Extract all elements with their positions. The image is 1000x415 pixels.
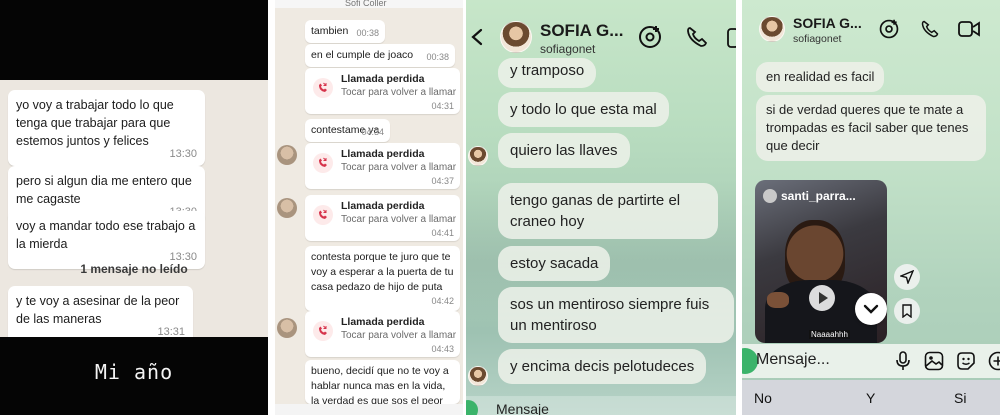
keyboard-suggestion-bar: No Y Si <box>742 380 1000 415</box>
message-bubble[interactable]: en el cumple de joaco 00:38 <box>305 44 455 67</box>
message-bubble[interactable]: si de verdad queres que te mate a trompa… <box>756 95 986 161</box>
back-arrow-icon[interactable] <box>470 28 484 46</box>
keyboard-suggestion[interactable]: No <box>754 390 772 406</box>
message-bubble[interactable]: quiero las llaves <box>498 133 630 168</box>
play-icon[interactable] <box>809 285 835 311</box>
avatar <box>277 198 297 218</box>
missed-call-card[interactable]: Llamada perdida Tocar para volver a llam… <box>305 311 460 357</box>
message-input-bar[interactable]: Mensaje... <box>742 344 1000 378</box>
screenshot-panel-4: SOFIA G... sofiagonet en realidad es fac… <box>742 0 1000 415</box>
send-icon <box>900 270 914 284</box>
phone-icon[interactable] <box>685 25 709 49</box>
message-time: 13:30 <box>169 148 197 160</box>
message-bubble[interactable]: y tramposo <box>498 58 597 88</box>
reel-user-avatar <box>763 189 777 203</box>
message-input-bar[interactable]: Mensaje <box>466 396 736 415</box>
microphone-icon[interactable] <box>895 351 911 371</box>
message-text: voy a mandar todo ese trabajo a la mierd… <box>16 219 196 251</box>
missed-call-card[interactable]: Llamada perdida Tocar para volver a llam… <box>305 68 460 114</box>
message-bubble[interactable]: y te voy a asesinar de la peor de las ma… <box>8 286 193 344</box>
effects-icon[interactable] <box>637 24 663 50</box>
missed-call-icon <box>313 321 333 341</box>
effects-icon[interactable] <box>878 18 900 40</box>
reel-username[interactable]: santi_parra... <box>781 189 856 203</box>
missed-call-icon <box>313 78 333 98</box>
reel-caption: Naaaahhh <box>809 330 850 339</box>
chat-header-partial: Sofi Coller <box>275 0 463 8</box>
message-bubble[interactable]: sos un mentiroso siempre fuis un mentiro… <box>498 287 734 343</box>
message-bubble[interactable]: en realidad es facil <box>756 62 885 92</box>
message-text: yo voy a trabajar todo lo que tenga que … <box>16 98 174 148</box>
avatar <box>277 318 297 338</box>
add-icon[interactable] <box>988 351 1000 371</box>
overlay-caption: Mi año <box>94 360 174 384</box>
video-call-icon[interactable] <box>958 20 980 38</box>
avatar <box>468 366 488 386</box>
scroll-down-button[interactable] <box>855 293 887 325</box>
camera-icon[interactable] <box>466 400 478 415</box>
message-bubble[interactable]: tengo ganas de partirte el craneo hoy <box>498 183 718 239</box>
avatar <box>468 146 488 166</box>
message-text: y te voy a asesinar de la peor de las ma… <box>16 294 180 326</box>
top-black-bar <box>0 0 268 80</box>
keyboard-suggestion[interactable]: Y <box>866 390 875 406</box>
message-input-bar[interactable] <box>275 404 463 415</box>
screenshot-panel-3: SOFIA G... sofiagonet y tramposo y todo … <box>466 0 736 415</box>
screenshot-panel-1: yo voy a trabajar todo lo que tenga que … <box>0 0 268 415</box>
message-input[interactable]: Mensaje <box>496 401 549 415</box>
message-text: pero si algun dia me entero que me cagas… <box>16 174 192 206</box>
contact-username: sofiagonet <box>793 33 842 45</box>
message-bubble[interactable]: y todo lo que esta mal <box>498 92 669 127</box>
message-bubble[interactable]: contestame ya 04:34 <box>305 119 390 142</box>
keyboard-suggestion[interactable]: Si <box>954 390 966 406</box>
message-bubble[interactable]: tambien 00:38 <box>305 20 385 43</box>
bookmark-icon <box>902 304 912 318</box>
phone-icon[interactable] <box>920 19 940 39</box>
sticker-icon[interactable] <box>956 351 976 371</box>
message-bubble[interactable]: contesta porque te juro que te voy a esp… <box>305 246 460 311</box>
missed-call-card[interactable]: Llamada perdida Tocar para volver a llam… <box>305 143 460 189</box>
avatar[interactable] <box>500 21 532 53</box>
missed-call-icon <box>313 153 333 173</box>
save-button[interactable] <box>894 298 920 324</box>
message-input[interactable]: Mensaje... <box>756 351 830 369</box>
avatar[interactable] <box>759 16 785 42</box>
contact-username: sofiagonet <box>540 42 596 56</box>
missed-call-card[interactable]: Llamada perdida Tocar para volver a llam… <box>305 195 460 241</box>
avatar <box>277 145 297 165</box>
contact-name[interactable]: SOFIA G... <box>540 21 623 41</box>
message-bubble[interactable]: yo voy a trabajar todo lo que tenga que … <box>8 90 205 166</box>
message-bubble[interactable]: estoy sacada <box>498 246 611 281</box>
contact-name[interactable]: SOFIA G... <box>793 15 862 31</box>
message-bubble[interactable]: y encima decis pelotudeces <box>498 349 707 384</box>
message-bubble[interactable]: voy a mandar todo ese trabajo a la mierd… <box>8 211 205 269</box>
screenshot-panel-2: Sofi Coller tambien 00:38 en el cumple d… <box>275 0 463 415</box>
missed-call-icon <box>313 205 333 225</box>
chevron-down-icon <box>863 304 879 314</box>
gallery-icon[interactable] <box>924 351 944 371</box>
share-button[interactable] <box>894 264 920 290</box>
message-bubble[interactable]: bueno, decidí que no te voy a hablar nun… <box>305 360 460 404</box>
unread-divider: 1 mensaje no leído <box>80 262 188 276</box>
video-call-icon[interactable] <box>727 27 736 49</box>
